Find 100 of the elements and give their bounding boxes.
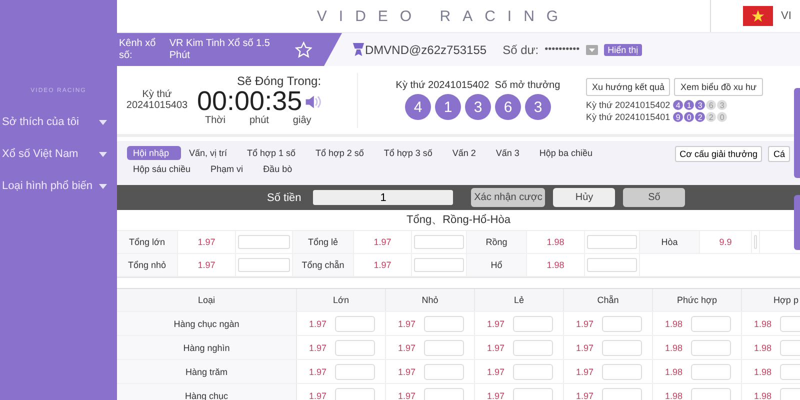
show-button[interactable]: Hiển thị xyxy=(604,44,642,56)
trophy-icon xyxy=(352,42,365,57)
column-header: Lớn xyxy=(297,289,386,311)
column-header: Hợp p xyxy=(742,289,800,311)
odds-cell: 1.97 xyxy=(309,390,327,400)
dropdown-icon[interactable] xyxy=(586,44,598,54)
amount-label: Số tiền xyxy=(267,192,302,204)
table-cell: Tổng chẵn xyxy=(293,254,354,276)
odds-cell: 9.9 xyxy=(700,231,752,253)
column-header: Lẻ xyxy=(475,289,564,311)
odds-cell: 1.97 xyxy=(398,342,416,352)
countdown-timer: 00:00:35 xyxy=(197,88,302,115)
odds-cell: 1.98 xyxy=(527,254,585,276)
bet-input[interactable] xyxy=(424,316,464,332)
table-cell: Hàng trăm xyxy=(117,360,297,383)
odds-cell: 1.97 xyxy=(576,342,594,352)
bet-input[interactable] xyxy=(587,258,637,272)
bet-input[interactable] xyxy=(334,388,375,400)
odds-cell: 1.97 xyxy=(487,342,505,352)
bet-input[interactable] xyxy=(334,364,375,380)
table-cell: Hàng chục xyxy=(117,384,297,400)
bet-input[interactable] xyxy=(512,364,553,380)
bet-tab[interactable]: Tổ hợp 1 số xyxy=(241,146,308,160)
prize-button[interactable]: Cơ cấu giải thưởng xyxy=(674,146,762,162)
odds-cell: 1.98 xyxy=(754,318,772,328)
odds-cell: 1.97 xyxy=(398,366,416,376)
bet-input[interactable] xyxy=(690,316,731,332)
side-tab[interactable] xyxy=(794,88,800,178)
bet-input[interactable] xyxy=(602,340,642,356)
table-cell: Rồng xyxy=(467,231,527,253)
bet-input[interactable] xyxy=(602,316,642,332)
history-round: Kỳ thứ 20241015401 xyxy=(586,112,670,122)
balance-value: •••••••••• xyxy=(544,44,580,55)
odds-cell: 1.98 xyxy=(665,366,683,376)
balance-label: Số dư: xyxy=(502,42,539,56)
bet-tab[interactable]: Phạm vi xyxy=(204,162,256,176)
bet-input[interactable] xyxy=(512,388,553,400)
trend-button[interactable]: Xem biểu đồ xu hư xyxy=(674,78,763,96)
bet-input[interactable] xyxy=(424,364,464,380)
bet-tab[interactable]: Vấn 3 xyxy=(490,146,532,160)
history-ball: 2 xyxy=(695,112,706,122)
history-round: Kỳ thứ 20241015402 xyxy=(586,100,670,110)
odds-cell: 1.97 xyxy=(309,342,327,352)
bet-tab[interactable]: Tổ hợp 2 số xyxy=(309,146,376,160)
history-ball: 6 xyxy=(706,100,716,110)
bet-input[interactable] xyxy=(602,388,642,400)
history-ball: 1 xyxy=(684,100,694,110)
bar-button[interactable]: Xác nhận cược xyxy=(471,188,546,207)
bet-input[interactable] xyxy=(424,340,464,356)
last-draw-caption: Kỳ thứ 20241015402 Số mở thưởng xyxy=(396,80,560,91)
odds-cell: 1.98 xyxy=(665,318,683,328)
bet-tab[interactable]: Vấn, vị trí xyxy=(183,146,240,160)
bet-input[interactable] xyxy=(512,316,553,332)
bet-tab[interactable]: Tổ hợp 3 số xyxy=(378,146,444,160)
bet-tab[interactable]: Vấn 2 xyxy=(446,146,488,160)
table-cell: Tổng lớn xyxy=(117,231,178,253)
history-ball: 0 xyxy=(684,112,694,122)
bet-input[interactable] xyxy=(512,340,553,356)
bet-input[interactable] xyxy=(754,235,757,249)
odds-cell: 1.97 xyxy=(576,318,594,328)
channel-name: VR Kim Tinh Xổ số 1.5 Phút xyxy=(169,38,271,62)
bet-input[interactable] xyxy=(690,364,731,380)
bet-input[interactable] xyxy=(602,364,642,380)
amount-field[interactable]: 1 xyxy=(313,190,454,205)
bet-input[interactable] xyxy=(238,235,290,249)
bet-input[interactable] xyxy=(334,316,375,332)
bet-tab[interactable]: Đầu bò xyxy=(257,162,304,176)
bet-input[interactable] xyxy=(414,258,464,272)
language-label[interactable]: VI xyxy=(781,10,792,22)
star-icon[interactable] xyxy=(294,40,312,58)
bet-input[interactable] xyxy=(238,258,290,272)
odds-cell: 1.98 xyxy=(665,342,683,352)
round-number: 20241015403 xyxy=(126,100,188,111)
table-cell: Tổng lẻ xyxy=(293,231,354,253)
trend-button[interactable]: Xu hướng kết quả xyxy=(586,78,670,96)
bet-input[interactable] xyxy=(690,340,731,356)
bet-tab[interactable]: Hộp ba chiều xyxy=(533,146,604,160)
history-ball: 9 xyxy=(673,112,684,122)
odds-cell: 1.97 xyxy=(487,366,505,376)
history-ball: 0 xyxy=(717,112,728,122)
bet-input[interactable] xyxy=(424,388,464,400)
countdown-heading: Sẽ Đóng Trong: xyxy=(237,74,322,88)
side-tab[interactable] xyxy=(794,195,800,250)
prize-button[interactable]: Cá xyxy=(768,146,790,162)
flag-icon[interactable] xyxy=(743,6,773,26)
bet-tab[interactable]: Hộp sáu chiều xyxy=(127,162,203,176)
bet-tab[interactable]: Hội nhập xyxy=(127,146,182,160)
bet-input[interactable] xyxy=(414,235,464,249)
bar-button[interactable]: Số xyxy=(623,188,686,207)
bet-input[interactable] xyxy=(690,388,731,400)
history-ball: 3 xyxy=(695,100,706,110)
result-ball: 4 xyxy=(405,94,431,120)
table-cell: Hòa xyxy=(640,231,700,253)
time-unit: Thời xyxy=(205,115,226,126)
column-header: Nhỏ xyxy=(386,289,475,311)
odds-cell: 1.97 xyxy=(309,318,327,328)
bar-button[interactable]: Hủy xyxy=(553,188,616,207)
bet-input[interactable] xyxy=(587,235,637,249)
column-header: Chẵn xyxy=(564,289,653,311)
bet-input[interactable] xyxy=(334,340,375,356)
